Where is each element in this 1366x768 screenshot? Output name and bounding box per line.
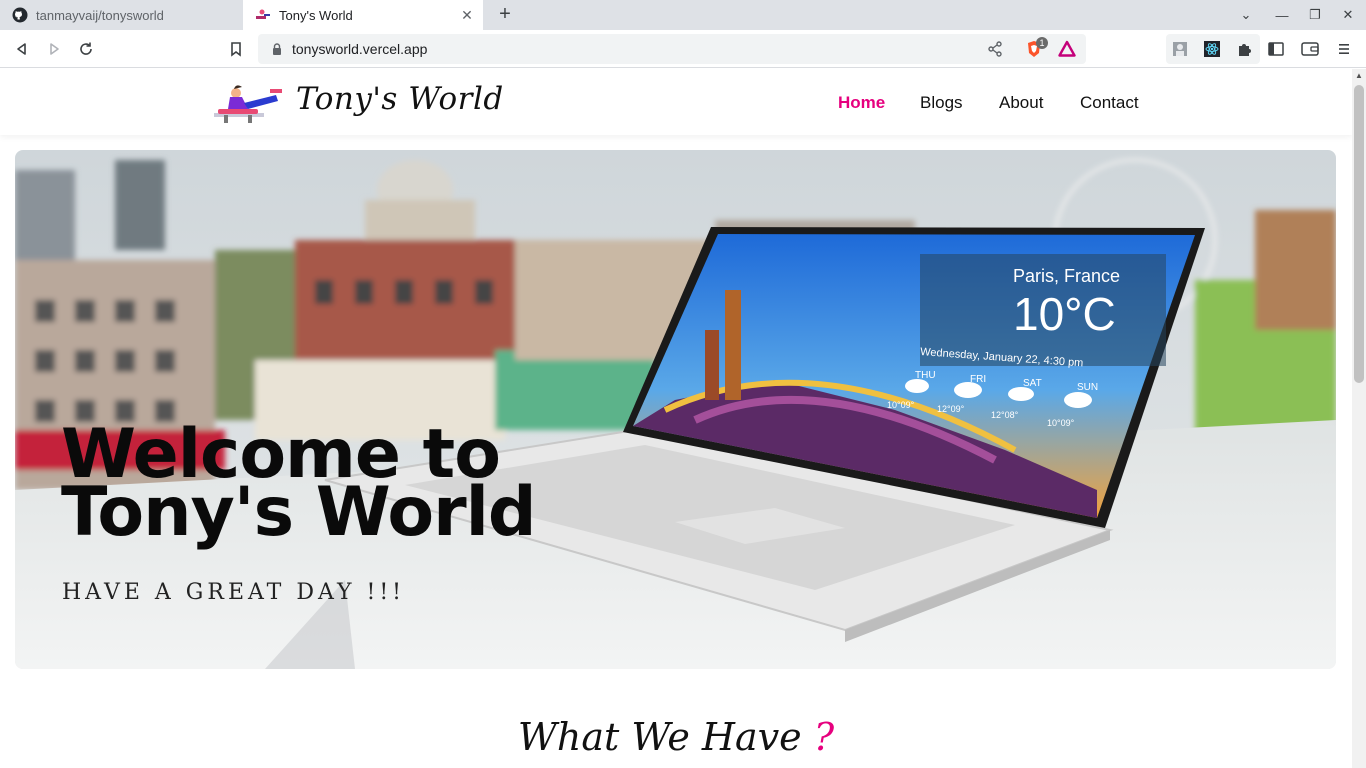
page-viewport: Tony's World Home Blogs About Contact Pa… <box>0 69 1352 768</box>
menu-icon[interactable] <box>1333 38 1355 60</box>
new-tab-button[interactable]: + <box>494 4 516 26</box>
github-icon <box>12 7 28 23</box>
browser-toolbar: tonysworld.vercel.app 1 <box>0 30 1366 68</box>
back-button[interactable] <box>11 38 33 60</box>
wallet-icon[interactable] <box>1299 38 1321 60</box>
scrollbar-thumb[interactable] <box>1354 85 1364 383</box>
logo-image[interactable] <box>214 81 284 125</box>
tab-title: tanmayvaij/tonysworld <box>36 7 164 23</box>
nav-home[interactable]: Home <box>838 93 885 113</box>
section-heading-mark: ? <box>813 715 835 759</box>
sidebar-icon[interactable] <box>1265 38 1287 60</box>
laptop-day-sun: SUN <box>1077 382 1098 393</box>
hero-subtitle: HAVE A GREAT DAY !!! <box>62 580 406 605</box>
laptop-temp-sat: 12°08° <box>991 410 1019 420</box>
nav-about[interactable]: About <box>999 93 1043 113</box>
laptop-day-sat: SAT <box>1023 378 1042 389</box>
laptop-temp-thu: 10°09° <box>887 400 915 410</box>
lock-icon <box>270 42 284 56</box>
hero-heading-line2: Tony's World <box>61 473 537 552</box>
tonys-world-icon <box>255 7 271 23</box>
laptop-temp-fri: 12°09° <box>937 404 965 414</box>
hero-banner: Paris, France 10°C Wednesday, January 22… <box>15 150 1336 669</box>
site-navbar: Tony's World Home Blogs About Contact <box>0 69 1352 135</box>
scroll-up-arrow-icon[interactable]: ▲ <box>1352 71 1366 83</box>
section-heading-text: What We Have <box>517 715 802 759</box>
section-heading: What We Have ? <box>0 715 1352 759</box>
laptop-temp-sun: 10°09° <box>1047 418 1075 428</box>
tab-search-icon[interactable]: ⌄ <box>1230 0 1262 30</box>
profile-extension-icon[interactable] <box>1172 41 1188 57</box>
site-brand[interactable]: Tony's World <box>296 81 504 117</box>
reload-button[interactable] <box>75 38 97 60</box>
tab-tonys-world[interactable]: Tony's World ✕ <box>243 0 483 30</box>
brave-shields-count: 1 <box>1036 37 1048 49</box>
hero-heading: Welcome to Tony's World <box>61 421 537 552</box>
tab-title: Tony's World <box>279 7 353 23</box>
forward-button[interactable] <box>43 38 65 60</box>
minimize-button[interactable]: — <box>1266 0 1298 30</box>
close-tab-icon[interactable]: ✕ <box>459 7 475 23</box>
laptop-temp-text: 10°C <box>1013 288 1116 340</box>
tab-github[interactable]: tanmayvaij/tonysworld <box>0 0 242 30</box>
extensions-group <box>1166 34 1260 64</box>
brave-rewards-icon[interactable] <box>1058 40 1076 58</box>
share-icon[interactable] <box>986 40 1004 58</box>
bookmark-icon[interactable] <box>225 38 247 60</box>
url-text: tonysworld.vercel.app <box>292 41 428 57</box>
react-devtools-icon[interactable] <box>1204 41 1220 57</box>
nav-contact[interactable]: Contact <box>1080 93 1139 113</box>
restore-button[interactable]: ❐ <box>1299 0 1331 30</box>
nav-blogs[interactable]: Blogs <box>920 93 963 113</box>
address-bar[interactable]: tonysworld.vercel.app 1 <box>258 34 1086 64</box>
extensions-puzzle-icon[interactable] <box>1236 41 1252 57</box>
tab-strip: tanmayvaij/tonysworld Tony's World ✕ + ⌄… <box>0 0 1366 30</box>
close-window-button[interactable]: ✕ <box>1332 0 1364 30</box>
laptop-city-text: Paris, France <box>1013 266 1120 286</box>
page-scrollbar[interactable]: ▲ <box>1352 69 1366 768</box>
